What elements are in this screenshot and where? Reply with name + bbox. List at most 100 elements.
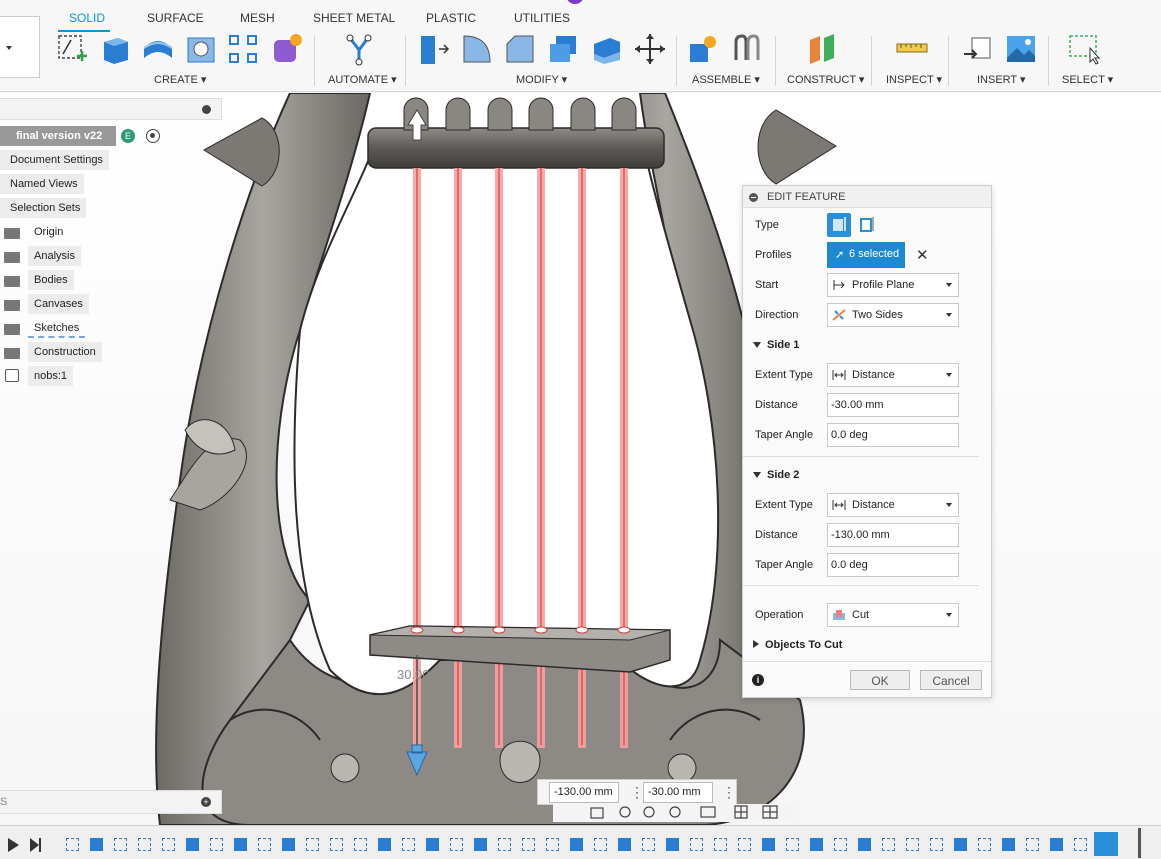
chamfer-icon[interactable] [503, 32, 537, 66]
cancel-button[interactable]: Cancel [920, 670, 982, 690]
timeline-extrude-icon[interactable] [234, 838, 247, 851]
browser-item-bodies[interactable]: Bodies [28, 270, 74, 290]
look-at-icon[interactable] [590, 807, 604, 819]
objects-to-cut-header[interactable]: Objects To Cut [753, 639, 842, 651]
timeline-extrude-icon[interactable] [1002, 838, 1015, 851]
timeline-sketch-icon[interactable] [114, 838, 127, 851]
timeline-extrude-icon[interactable] [474, 838, 487, 851]
timeline-sketch-icon[interactable] [882, 838, 895, 851]
construct-group-label[interactable]: CONSTRUCT ▾ [787, 73, 864, 86]
timeline-sketch-icon[interactable] [306, 838, 319, 851]
timeline-sketch-icon[interactable] [450, 838, 463, 851]
tab-plastic[interactable]: PLASTIC [426, 11, 476, 25]
create-group-label[interactable]: CREATE ▾ [154, 73, 206, 86]
side2-taper-input[interactable]: 0.0 deg [827, 553, 959, 577]
step-end-icon[interactable] [30, 838, 39, 852]
timeline-sketch-icon[interactable] [162, 838, 175, 851]
timeline-sketch-icon[interactable] [498, 838, 511, 851]
joint-icon[interactable] [730, 32, 764, 66]
browser-item-document-settings[interactable]: Document Settings [0, 150, 109, 170]
timeline-sketch-icon[interactable] [210, 838, 223, 851]
modify-group-label[interactable]: MODIFY ▾ [516, 73, 567, 86]
more-icon[interactable]: ⋮ [722, 784, 736, 801]
offset-plane-icon[interactable] [806, 32, 840, 66]
automate-icon[interactable] [342, 32, 376, 66]
browser-item-canvases[interactable]: Canvases [28, 294, 89, 314]
pan-icon[interactable] [619, 806, 631, 818]
measure-icon[interactable] [895, 32, 929, 66]
type-thin-extrude-button[interactable] [855, 213, 879, 237]
select-window-icon[interactable] [1068, 32, 1102, 66]
tab-sheet-metal[interactable]: SHEET METAL [313, 11, 395, 25]
extrude-icon[interactable] [98, 32, 132, 66]
timeline-extrude-icon[interactable] [378, 838, 391, 851]
distance-side1-field[interactable]: -30.00 mm [643, 782, 713, 803]
side1-distance-input[interactable]: -30.00 mm [827, 393, 959, 417]
timeline-sketch-icon[interactable] [330, 838, 343, 851]
collapse-icon[interactable] [202, 105, 211, 114]
add-comment-icon[interactable]: + [201, 797, 211, 807]
timeline-sketch-icon[interactable] [402, 838, 415, 851]
browser-item-analysis[interactable]: Analysis [28, 246, 81, 266]
direction-dropdown[interactable]: Two Sides [827, 303, 959, 327]
create-sketch-icon[interactable] [55, 32, 89, 66]
create-form-icon[interactable] [270, 32, 304, 66]
browser-root[interactable]: final version v22 [0, 126, 116, 146]
tab-utilities[interactable]: UTILITIES [514, 11, 570, 25]
timeline-sketch-icon[interactable] [594, 838, 607, 851]
timeline-sketch-icon[interactable] [258, 838, 271, 851]
side2-header[interactable]: Side 2 [753, 469, 799, 481]
timeline-sketch-icon[interactable] [1074, 838, 1087, 851]
workspace-dropdown[interactable] [0, 16, 40, 78]
zoom-icon[interactable] [643, 806, 655, 818]
timeline-sketch-icon[interactable] [834, 838, 847, 851]
start-dropdown[interactable]: Profile Plane [827, 273, 959, 297]
timeline-sketch-icon[interactable] [906, 838, 919, 851]
timeline-extrude-icon[interactable] [858, 838, 871, 851]
shell-icon[interactable] [546, 32, 580, 66]
viewports-icon[interactable] [762, 805, 778, 819]
timeline-extrude-icon[interactable] [90, 838, 103, 851]
fillet-icon[interactable] [460, 32, 494, 66]
timeline-sketch-icon[interactable] [738, 838, 751, 851]
timeline-sketch-icon[interactable] [642, 838, 655, 851]
pattern-icon[interactable] [226, 32, 260, 66]
timeline-extrude-icon[interactable] [618, 838, 631, 851]
browser-item-construction[interactable]: Construction [28, 342, 102, 362]
timeline-sketch-icon[interactable] [522, 838, 535, 851]
display-settings-icon[interactable] [700, 806, 716, 818]
timeline-marker[interactable] [1138, 828, 1141, 858]
play-icon[interactable] [8, 838, 19, 852]
profile-badge-icon[interactable] [566, 0, 584, 4]
timeline-extrude-icon[interactable] [282, 838, 295, 851]
radio-icon[interactable] [146, 129, 160, 143]
info-icon[interactable]: i [752, 674, 764, 686]
distance-side2-field[interactable]: -130.00 mm [549, 782, 619, 803]
side1-extent-dropdown[interactable]: Distance [827, 363, 959, 387]
inspect-group-label[interactable]: INSPECT ▾ [886, 73, 942, 86]
browser-item-sketches[interactable]: Sketches [28, 318, 86, 338]
operation-dropdown[interactable]: Cut [827, 603, 959, 627]
timeline-sketch-icon[interactable] [546, 838, 559, 851]
timeline-extrude-icon[interactable] [570, 838, 583, 851]
insert-canvas-icon[interactable] [1004, 32, 1038, 66]
timeline-sketch-icon[interactable] [978, 838, 991, 851]
timeline-sketch-icon[interactable] [786, 838, 799, 851]
timeline-sketch-icon[interactable] [1026, 838, 1039, 851]
timeline-extrude-icon[interactable] [186, 838, 199, 851]
timeline-sketch-icon[interactable] [354, 838, 367, 851]
timeline-sketch-icon[interactable] [690, 838, 703, 851]
hole-icon[interactable] [184, 32, 218, 66]
timeline-extrude-icon[interactable] [1050, 838, 1063, 851]
type-extrude-button[interactable] [827, 213, 851, 237]
timeline-sketch-icon[interactable] [714, 838, 727, 851]
combine-icon[interactable] [590, 32, 624, 66]
side1-header[interactable]: Side 1 [753, 339, 799, 351]
timeline-extrude-icon[interactable] [426, 838, 439, 851]
tab-surface[interactable]: SURFACE [147, 11, 204, 25]
insert-derive-icon[interactable] [962, 32, 996, 66]
timeline-sketch-icon[interactable] [138, 838, 151, 851]
side2-distance-input[interactable]: -130.00 mm [827, 523, 959, 547]
activate-e-icon[interactable]: E [121, 129, 135, 143]
timeline-extrude-icon[interactable] [954, 838, 967, 851]
